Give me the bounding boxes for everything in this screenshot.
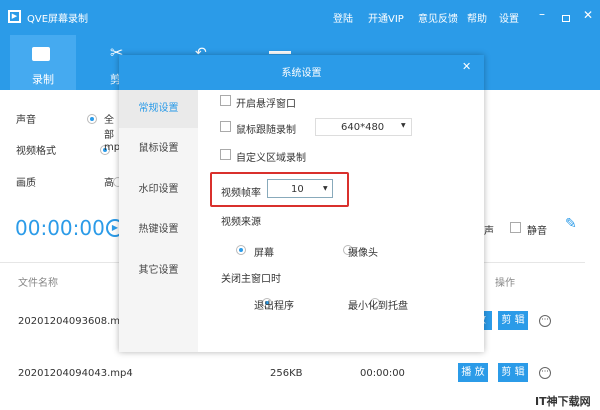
sidebar-item-watermark[interactable]: 水印设置 xyxy=(119,171,198,209)
menu-vip[interactable]: 开通VIP xyxy=(368,10,404,25)
format-value: mp4 xyxy=(104,142,119,153)
close-tray-label: 最小化到托盘 xyxy=(348,301,408,312)
fps-value: 10 xyxy=(291,184,304,195)
col-header-name: 文件名称 xyxy=(18,278,58,289)
more-icon[interactable]: ··· xyxy=(539,367,551,379)
settings-dialog: 系统设置 ✕ 常规设置 鼠标设置 水印设置 热键设置 其它设置 开启悬浮窗口 鼠… xyxy=(119,55,484,352)
source-screen-label: 屏幕 xyxy=(254,248,274,259)
format-label: 视频格式 xyxy=(16,146,56,157)
more-icon[interactable]: ··· xyxy=(539,315,551,327)
file-name: 20201204094043.mp4 xyxy=(18,368,133,379)
sidebar-item-mouse[interactable]: 鼠标设置 xyxy=(119,130,198,168)
close-button[interactable]: ✕ xyxy=(583,8,593,22)
source-label: 视频来源 xyxy=(221,217,261,228)
custom-area-checkbox[interactable] xyxy=(220,149,231,160)
float-window-label: 开启悬浮窗口 xyxy=(236,99,296,110)
file-duration: 00:00:00 xyxy=(360,368,405,379)
custom-area-label: 自定义区域录制 xyxy=(236,153,306,164)
tab-record[interactable]: 录制 xyxy=(10,35,76,90)
quality-label: 画质 xyxy=(16,178,36,189)
fps-label: 视频帧率 xyxy=(221,188,261,199)
dialog-header: 系统设置 ✕ xyxy=(119,55,484,90)
close-label: 关闭主窗口时 xyxy=(221,274,281,285)
video-camera-icon xyxy=(32,47,50,61)
sound-value: 全部 xyxy=(104,115,114,141)
menu-help[interactable]: 帮助 xyxy=(467,10,487,25)
edit-button[interactable]: 剪 辑 xyxy=(498,363,528,382)
chevron-down-icon: ▼ xyxy=(323,185,328,192)
minimize-button[interactable]: – xyxy=(539,7,545,21)
edit-button[interactable]: 剪 辑 xyxy=(498,311,528,330)
mouse-follow-checkbox[interactable] xyxy=(220,121,231,132)
dialog-title: 系统设置 xyxy=(281,68,322,79)
source-camera-label: 摄像头 xyxy=(348,248,378,259)
mouse-follow-size-select[interactable]: 640*480 ▼ xyxy=(315,118,412,136)
watermark: IT神下载网 xyxy=(535,395,591,408)
sidebar-item-hotkey[interactable]: 热键设置 xyxy=(119,211,198,249)
col-header-ops: 操作 xyxy=(495,278,515,289)
menu-settings[interactable]: 设置 xyxy=(499,10,519,25)
dialog-sidebar: 常规设置 鼠标设置 水印设置 热键设置 其它设置 xyxy=(119,90,198,352)
maximize-button[interactable] xyxy=(562,15,570,22)
quality-value: 高 xyxy=(104,178,114,189)
dialog-close-icon[interactable]: ✕ xyxy=(462,60,471,73)
sound-radio[interactable] xyxy=(87,114,97,124)
mouse-follow-label: 鼠标跟随录制 xyxy=(236,125,296,136)
float-window-checkbox[interactable] xyxy=(220,95,231,106)
sound-label: 声音 xyxy=(16,115,36,126)
system-sound-label: 声 xyxy=(484,226,494,237)
mute-checkbox[interactable] xyxy=(510,222,521,233)
sidebar-item-other[interactable]: 其它设置 xyxy=(119,252,198,290)
title-bar: ▶ QVE屏幕录制 登陆 开通VIP 意见反馈 帮助 设置 – ✕ xyxy=(0,0,600,35)
app-logo-icon: ▶ xyxy=(8,10,21,23)
sidebar-item-general[interactable]: 常规设置 xyxy=(119,90,198,128)
chevron-down-icon: ▼ xyxy=(401,122,406,129)
menu-feedback[interactable]: 意见反馈 xyxy=(418,10,458,25)
app-title: QVE屏幕录制 xyxy=(27,14,89,25)
file-name: 20201204093608.mp4 xyxy=(18,316,133,327)
play-button[interactable]: 播 放 xyxy=(458,363,488,382)
mouse-follow-size-value: 640*480 xyxy=(341,122,385,133)
timer: 00:00:00 xyxy=(15,216,105,240)
pen-icon[interactable]: ✎ xyxy=(565,216,577,232)
tab-record-label: 录制 xyxy=(32,73,54,86)
source-screen-radio[interactable] xyxy=(236,245,246,255)
file-size: 256KB xyxy=(270,368,303,379)
mute-label: 静音 xyxy=(527,226,547,237)
close-exit-label: 退出程序 xyxy=(254,301,294,312)
menu-login[interactable]: 登陆 xyxy=(333,10,353,25)
